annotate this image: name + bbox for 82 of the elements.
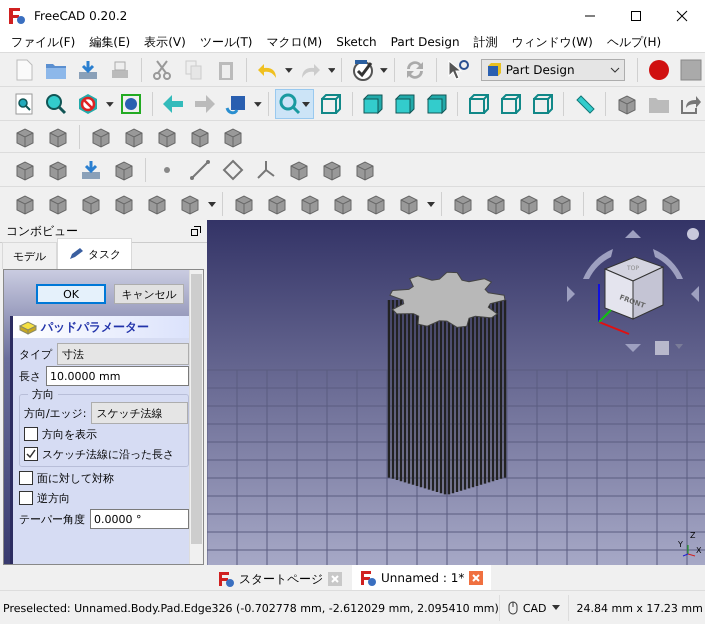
menu-item[interactable]: 編集(E) [82,34,138,50]
window-title: FreeCAD 0.20.2 [34,9,128,23]
cube-icon[interactable] [424,92,449,116]
wireframe-cube-icon[interactable] [498,92,523,116]
wireframe-cube-icon[interactable] [319,92,344,116]
checkbox-label: スケッチ法線に沿った長さ [42,446,174,462]
diamond-icon[interactable] [221,158,245,182]
app-logo-icon [8,7,26,25]
dropdown-caret-icon[interactable] [254,100,262,108]
zoom-button[interactable] [275,88,314,118]
axis-label: X [696,546,702,555]
checkbox[interactable] [24,427,38,441]
magnifier-icon [278,92,302,116]
checkbox-label: 方向を表示 [42,426,97,442]
dialog-button[interactable]: OK [36,284,106,304]
dialog-button[interactable]: キャンセル [114,284,184,304]
navigation-style-selector[interactable]: CAD [498,595,568,621]
app-logo-icon [360,570,376,586]
menu-item[interactable]: ツール(T) [192,34,260,50]
menu-item[interactable]: 計測 [466,34,505,50]
chevron-down-icon [610,66,620,72]
field-label: 方向/エッジ: [24,406,86,420]
cube-icon[interactable] [360,92,385,116]
menu-item[interactable]: ファイル(F) [4,34,82,50]
field-label: タイプ [19,346,52,362]
close-icon[interactable] [676,10,688,22]
checkbox-label: 逆方向 [37,490,70,506]
scrollbar[interactable] [189,270,203,564]
direction-dropdown[interactable]: スケッチ法線 [91,402,188,424]
panel-title: コンボビュー [6,222,78,240]
pencil-icon [68,247,84,261]
checkbox-label: 面に対して対称 [37,470,114,486]
wireframe-cube-icon[interactable] [530,92,555,116]
wireframe-cube-icon[interactable] [466,92,491,116]
workbench-dropdown[interactable]: Part Design [480,58,626,80]
pad-block-icon [19,319,37,335]
checkmark-circle-icon[interactable] [350,58,375,82]
menu-item[interactable]: Sketch [329,35,384,49]
panel-heading: パッドパラメーター [41,318,149,336]
dropdown-caret-icon [302,100,310,108]
dropdown-caret-icon[interactable] [427,200,435,208]
app-logo-icon [218,571,234,587]
mouse-icon [508,601,518,615]
undock-icon[interactable] [191,226,201,236]
axis-label: Z [690,531,696,540]
menu-item[interactable]: ヘルプ(H) [600,34,668,50]
menu-item[interactable]: マクロ(M) [260,34,330,50]
checkbox[interactable] [24,447,38,461]
tab[interactable]: タスク [57,238,132,269]
dimension-readout: 24.84 mm x 17.23 mm [568,595,705,621]
type-dropdown[interactable]: 寸法 [57,343,189,365]
axis-triad-drawing [682,544,696,556]
document-tab[interactable]: Unnamed : 1* [352,565,492,590]
magnifier-icon[interactable] [44,92,68,116]
checkbox[interactable] [19,491,33,505]
group-title: 方向 [28,387,58,402]
field-label: テーパー角度 [19,512,85,526]
status-message: Preselected: Unnamed.Body.Pad.Edge326 (-0.702778 mm, -2.612029 mm, 2.095410 mm) [2,602,499,614]
record-icon[interactable] [646,58,671,82]
field-label: 長さ [19,368,41,384]
line-icon[interactable] [188,158,212,182]
cube-icon[interactable] [392,92,417,116]
checkbox[interactable] [19,471,33,485]
tab[interactable]: モデル [2,242,57,269]
dropdown-caret-icon[interactable] [106,100,114,108]
menu-item[interactable]: ウィンドウ(W) [504,34,600,50]
dropdown-caret-icon[interactable] [285,66,293,74]
menu-item[interactable]: 表示(V) [137,34,193,50]
axis-label: Y [678,540,683,549]
taper-angle-field[interactable]: 0.0000 ° [90,509,189,529]
dropdown-caret-icon [552,605,560,611]
dropdown-caret-icon[interactable] [380,66,388,74]
checkmark-icon [26,449,36,459]
cube-icon [486,62,502,78]
length-field[interactable]: 10.0000 mm [46,366,189,386]
sphere-in-box-icon[interactable] [119,92,144,116]
stop-icon[interactable] [678,58,703,82]
dropdown-caret-icon[interactable] [208,200,216,208]
navigation-cube-drawing[interactable] [567,228,699,352]
dropdown-caret-icon[interactable] [328,66,336,74]
menu-item[interactable]: Part Design [384,35,467,49]
maximize-icon[interactable] [630,10,642,22]
